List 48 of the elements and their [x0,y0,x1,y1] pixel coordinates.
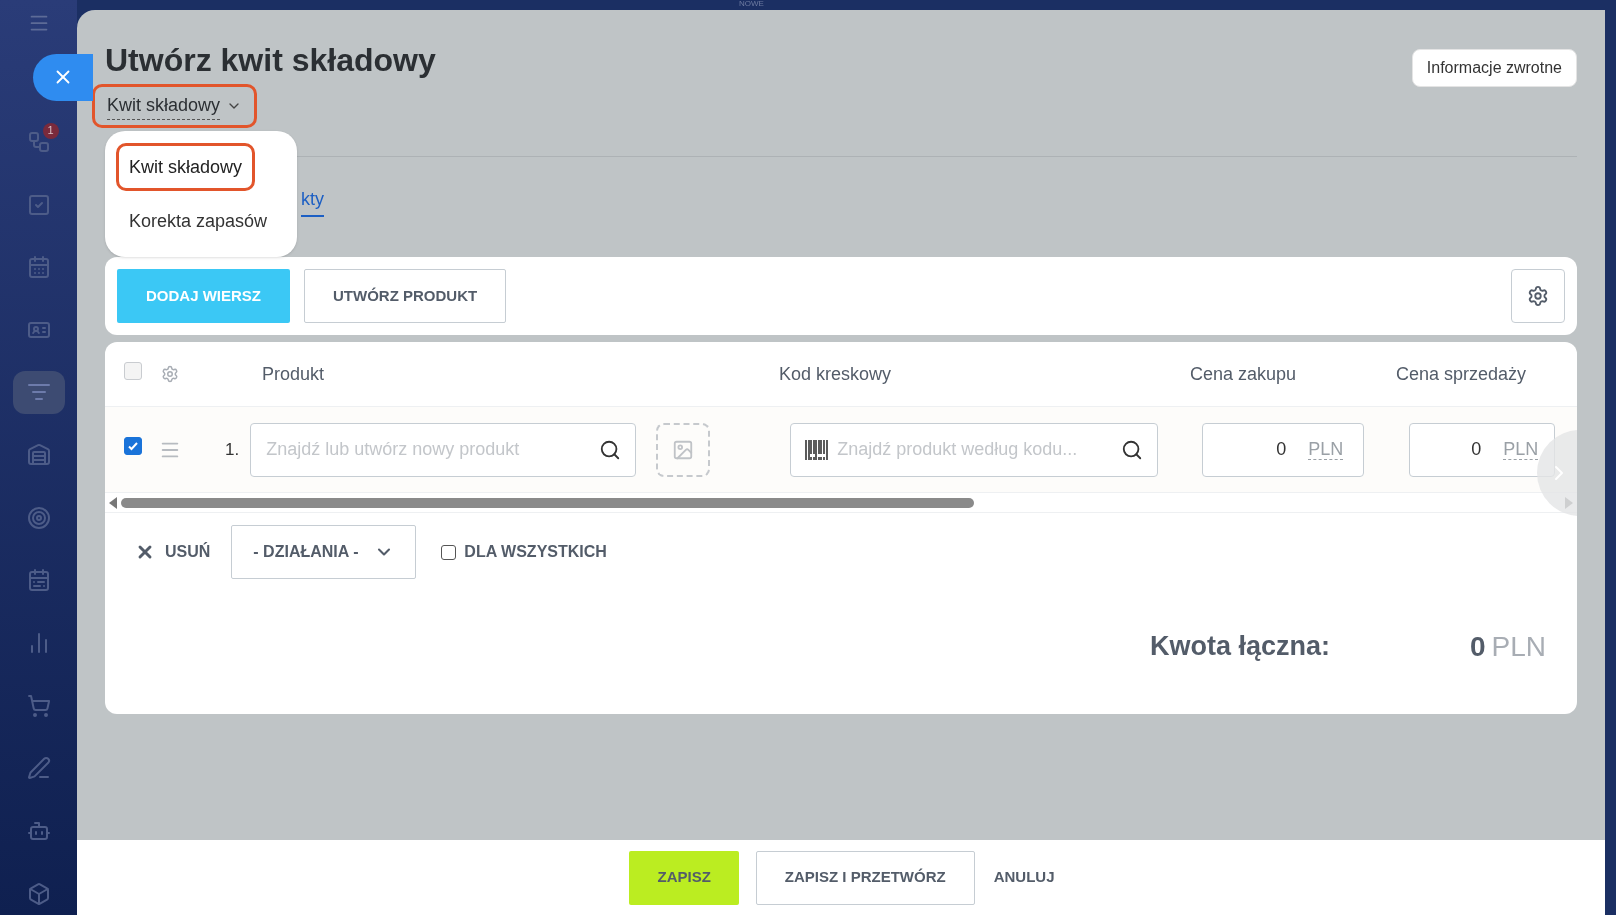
settings-button[interactable] [1511,269,1565,323]
calendar-list-icon[interactable] [26,568,51,593]
for-all-checkbox[interactable] [441,544,457,560]
row-checkbox[interactable] [124,436,142,455]
type-selector[interactable]: Kwit składowy [92,84,258,128]
tab[interactable]: kty [301,186,324,217]
image-icon [672,438,695,461]
save-button[interactable]: ZAPISZ [629,850,739,905]
notification-badge: 1 [42,122,59,139]
sale-price-field[interactable]: 0 PLN [1409,422,1556,477]
actions-dropdown[interactable]: - DZIAŁANIA - [231,525,417,579]
close-button[interactable] [33,54,93,101]
search-icon[interactable] [599,438,622,461]
menu-item[interactable]: Korekta zapasów [116,197,281,245]
settings-icon[interactable] [161,365,179,383]
for-all-label: DLA WSZYSTKICH [464,542,607,562]
cart-icon[interactable] [26,693,51,718]
feedback-button[interactable]: Informacje zwrotne [1411,49,1577,87]
barcode-search-field[interactable]: Znajdź produkt według kodu... [790,422,1159,477]
menu-item[interactable]: Kwit składowy [116,143,256,191]
total-currency: PLN [1491,629,1546,664]
search-icon[interactable] [1121,438,1144,461]
image-placeholder[interactable] [656,422,711,477]
cancel-button[interactable]: ANULUJ [991,850,1057,905]
product-search-field[interactable]: Znajdź lub utwórz nowy produkt [250,422,637,477]
checkbox-icon[interactable] [26,192,51,217]
scrollbar-thumb[interactable] [121,497,974,508]
total-value: 0 [1469,629,1486,664]
create-product-button[interactable]: UTWÓRZ PRODUKT [304,269,507,323]
save-and-process-button[interactable]: ZAPISZ I PRZETWÓRZ [755,850,975,905]
box-icon[interactable] [26,881,51,906]
calendar-icon[interactable] [26,255,51,280]
top-label: NOWE [739,0,764,10]
warehouse-icon[interactable] [26,443,51,468]
column-header: Cena zakupu [1190,362,1298,386]
select-all-checkbox[interactable] [124,361,142,380]
total-label: Kwota łączna: [1149,630,1330,664]
barcode-icon [805,439,830,460]
page-title: Utwórz kwit składowy [105,41,436,80]
purchase-price-field[interactable]: 0 PLN [1202,422,1365,477]
delete-button[interactable]: USUŃ [135,540,211,564]
pen-icon[interactable] [26,756,51,781]
row-number: 1. [225,438,240,461]
target-icon[interactable] [26,505,51,530]
settings-icon [1527,285,1549,307]
column-header: Kod kreskowy [779,362,893,386]
column-header: Produkt [262,362,326,386]
column-header: Cena sprzedaży [1396,362,1527,386]
